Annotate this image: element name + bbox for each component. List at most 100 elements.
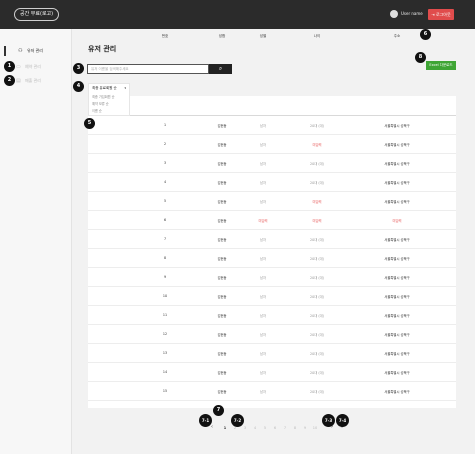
cell-name: 김현동 xyxy=(217,295,227,299)
cell-gender: 남자 xyxy=(259,124,267,128)
user-name: User name xyxy=(401,11,423,16)
table-row[interactable]: 4 김현동 남자 20대 (대) 서울특별시 성북구 xyxy=(88,173,456,192)
cell-age: 20대 (대) xyxy=(310,238,324,242)
table-row[interactable]: 14 김현동 남자 20대 (대) 서울특별시 성북구 xyxy=(88,363,456,382)
table-row[interactable]: 1 김현동 남자 20대 (대) 서울특별시 성북구 xyxy=(88,116,456,135)
sort-option[interactable]: 이름 순 xyxy=(92,108,102,113)
table-row[interactable]: 2 김현동 남자 미입력 서울특별시 성북구 xyxy=(88,135,456,154)
cell-name: 김현동 xyxy=(217,352,227,356)
sort-selected: 최종 유료회원 순 xyxy=(92,86,117,90)
prev-page-button[interactable]: ‹ xyxy=(211,424,213,430)
page-number[interactable]: 4 xyxy=(254,426,256,430)
search-button[interactable]: ⌕ xyxy=(209,64,232,74)
cell-gender: 남자 xyxy=(259,371,267,375)
cell-number: 1 xyxy=(163,123,167,127)
cell-name: 김현동 xyxy=(217,219,227,223)
table-row[interactable]: 6 김현동 미입력 미입력 미입력 xyxy=(88,211,456,230)
cell-address: 서울특별시 성북구 xyxy=(384,371,410,375)
cell-name: 김현동 xyxy=(217,181,227,185)
table-row[interactable]: 8 김현동 남자 20대 (대) 서울특별시 성북구 xyxy=(88,249,456,268)
column-header-number: 번호 xyxy=(161,34,169,38)
page-number[interactable]: 7 xyxy=(284,426,286,430)
cell-age: 미입력 xyxy=(312,143,322,147)
page-title: 유저 관리 xyxy=(88,45,117,53)
cell-name: 김현동 xyxy=(217,371,227,375)
column-header-address: 주소 xyxy=(393,34,401,38)
cell-gender: 남자 xyxy=(259,333,267,337)
cell-age: 20대 (대) xyxy=(310,276,324,280)
cell-name: 김현동 xyxy=(217,314,227,318)
table-row[interactable]: 9 김현동 남자 20대 (대) 서울특별시 성북구 xyxy=(88,268,456,287)
table-row[interactable]: 13 김현동 남자 20대 (대) 서울특별시 성북구 xyxy=(88,344,456,363)
annotation-marker: 7-3 xyxy=(322,414,335,427)
cell-gender: 남자 xyxy=(259,181,267,185)
table-row[interactable]: 11 김현동 남자 20대 (대) 서울특별시 성북구 xyxy=(88,306,456,325)
page-number[interactable]: 10 xyxy=(313,426,317,430)
column-header-age: 나이 xyxy=(313,34,321,38)
chevron-down-icon: ▾ xyxy=(124,86,126,90)
cell-gender: 남자 xyxy=(259,390,267,394)
cell-name: 김현동 xyxy=(217,200,227,204)
table-row[interactable]: 15 김현동 남자 20대 (대) 서울특별시 성북구 xyxy=(88,382,456,401)
search-icon: ⌕ xyxy=(218,65,223,72)
cell-name: 김현동 xyxy=(217,143,227,147)
annotation-marker: 6 xyxy=(420,29,431,40)
cell-address: 서울특별시 성북구 xyxy=(384,124,410,128)
cell-gender: 남자 xyxy=(259,200,267,204)
sort-option[interactable]: 예약 보류 순 xyxy=(92,101,109,106)
excel-download-button[interactable]: Excel 다운로드 xyxy=(426,61,456,70)
cell-name: 김현동 xyxy=(217,390,227,394)
page-number[interactable]: 5 xyxy=(264,426,266,430)
column-header-name: 성함 xyxy=(218,34,226,38)
sort-dropdown[interactable]: 최종 유료회원 순 ▾ 최종 가입회원 순 예약 보류 순 이름 순 xyxy=(88,83,130,116)
logout-label: 로그아웃 xyxy=(435,12,451,17)
annotation-marker: 4 xyxy=(73,81,84,92)
table-row[interactable]: 10 김현동 남자 20대 (대) 서울특별시 성북구 xyxy=(88,287,456,306)
page-number[interactable]: 3 xyxy=(244,426,246,430)
annotation-marker: 1 xyxy=(4,61,15,72)
annotation-marker: 2 xyxy=(4,75,15,86)
annotation-marker: 8 xyxy=(415,52,426,63)
cell-gender: 남자 xyxy=(259,162,267,166)
cell-age: 미입력 xyxy=(312,200,322,204)
cell-number: 5 xyxy=(163,199,167,203)
cell-number: 8 xyxy=(163,256,167,260)
cell-age: 20대 (대) xyxy=(310,390,324,394)
page-number[interactable]: 8 xyxy=(294,426,296,430)
logo[interactable]: 공간 무료(로고) xyxy=(14,8,60,21)
page-number[interactable]: 6 xyxy=(274,426,276,430)
cell-age: 20대 (대) xyxy=(310,314,324,318)
cell-number: 11 xyxy=(162,313,168,317)
sort-option[interactable]: 최종 가입회원 순 xyxy=(92,94,115,99)
cell-name: 김현동 xyxy=(217,333,227,337)
column-header-gender: 성별 xyxy=(259,34,267,38)
sidebar-item-label: 매출 관리 xyxy=(25,78,41,83)
cell-address: 서울특별시 성북구 xyxy=(384,238,410,242)
cell-gender: 남자 xyxy=(259,143,267,147)
page-number[interactable]: 9 xyxy=(304,426,306,430)
sidebar: ⚇ 유저 관리 ▭ 예약 관리 ▤ 매출 관리 xyxy=(0,29,72,454)
table-row[interactable]: 5 김현동 남자 미입력 서울특별시 성북구 xyxy=(88,192,456,211)
cell-number: 3 xyxy=(163,161,167,165)
logout-button[interactable]: ⇥ 로그아웃 xyxy=(428,9,454,20)
cell-address: 서울특별시 성북구 xyxy=(384,314,410,318)
annotation-marker: 7-2 xyxy=(231,414,244,427)
cell-number: 10 xyxy=(162,294,168,298)
search-input[interactable] xyxy=(87,64,209,74)
avatar[interactable] xyxy=(390,10,398,18)
table-row[interactable]: 3 김현동 남자 20대 (대) 서울특별시 성북구 xyxy=(88,154,456,173)
annotation-marker: 3 xyxy=(73,63,84,74)
cell-number: 9 xyxy=(163,275,167,279)
annotation-marker: 7-1 xyxy=(199,414,212,427)
cell-address: 서울특별시 성북구 xyxy=(384,352,410,356)
table-row[interactable]: 12 김현동 남자 20대 (대) 서울특별시 성북구 xyxy=(88,325,456,344)
annotation-marker: 7-4 xyxy=(336,414,349,427)
cell-gender: 남자 xyxy=(259,352,267,356)
cell-number: 12 xyxy=(162,332,168,336)
page-number[interactable]: 1 xyxy=(224,426,226,430)
cell-gender: 남자 xyxy=(259,257,267,261)
cell-address: 미입력 xyxy=(392,219,402,223)
table-row[interactable]: 7 김현동 남자 20대 (대) 서울특별시 성북구 xyxy=(88,230,456,249)
cell-age: 20대 (대) xyxy=(310,371,324,375)
sidebar-item-users[interactable]: ⚇ 유저 관리 xyxy=(4,46,66,56)
